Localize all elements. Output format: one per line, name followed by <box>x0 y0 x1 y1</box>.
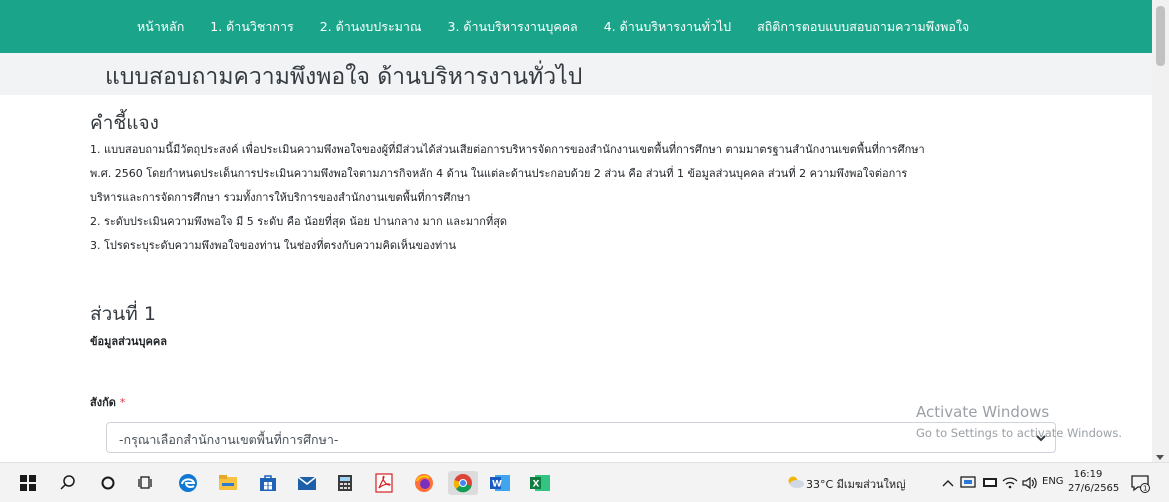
windows-taskbar: W X 33°C มีเมฆส่วนใหญ่ ENG 16:19 27/6/25… <box>0 462 1169 502</box>
activate-windows-watermark: Activate Windows Go to Settings to activ… <box>916 403 1122 440</box>
acrobat-icon[interactable] <box>372 471 396 495</box>
edge-icon[interactable] <box>176 471 200 495</box>
firefox-icon[interactable] <box>412 471 436 495</box>
affiliation-select[interactable]: -กรุณาเลือกสำนักงานเขตพื้นที่การศึกษา- <box>106 422 1056 453</box>
page-title: แบบสอบถามความพึงพอใจ ด้านบริหารงานทั่วไป <box>105 64 583 90</box>
scroll-down-arrow-icon[interactable] <box>1156 455 1164 460</box>
notification-icon[interactable]: 1 <box>1130 473 1150 493</box>
nav-academic[interactable]: 1. ด้านวิชาการ <box>210 17 293 37</box>
affiliation-select-value: -กรุณาเลือกสำนักงานเขตพื้นที่การศึกษา- <box>119 432 339 447</box>
part1-subheading: ข้อมูลส่วนบุคคล <box>90 335 167 348</box>
clock-date: 27/6/2565 <box>1068 483 1120 494</box>
nav-personnel[interactable]: 3. ด้านบริหารงานบุคคล <box>448 17 578 37</box>
clock[interactable]: 16:19 27/6/2565 <box>1068 468 1120 496</box>
file-explorer-icon[interactable] <box>216 471 240 495</box>
nav-statistics[interactable]: สถิติการตอบแบบสอบถามความพึงพอใจ <box>757 17 969 37</box>
part1-heading: ส่วนที่ 1 <box>90 303 156 325</box>
input-language[interactable]: ENG <box>1042 476 1064 487</box>
weather-cloud-sun-icon[interactable] <box>786 475 804 489</box>
scrollbar-thumb[interactable] <box>1156 6 1165 66</box>
search-icon[interactable] <box>56 471 80 495</box>
nav-general-admin[interactable]: 4. ด้านบริหารงานทั่วไป <box>604 17 731 37</box>
instruction-line: บริหารและการจัดการศึกษา รวมทั้งการให้บริ… <box>90 191 471 204</box>
affiliation-label: สังกัด * <box>90 393 125 411</box>
instructions-heading: คำชี้แจง <box>90 112 159 134</box>
instruction-line: 1. แบบสอบถามนี้มีวัตถุประสงค์ เพื่อประเม… <box>90 143 925 156</box>
vertical-scrollbar[interactable] <box>1152 0 1169 462</box>
windows-start-icon[interactable] <box>16 471 40 495</box>
weather-text[interactable]: 33°C มีเมฆส่วนใหญ่ <box>806 475 906 493</box>
chevron-up-icon[interactable] <box>942 478 954 488</box>
svg-text:W: W <box>492 480 502 490</box>
calculator-icon[interactable] <box>333 471 357 495</box>
svg-text:X: X <box>533 480 540 490</box>
affiliation-label-text: สังกัด <box>90 396 116 409</box>
task-view-icon[interactable] <box>134 471 158 495</box>
nav-home[interactable]: หน้าหลัก <box>137 17 184 37</box>
instruction-line: 2. ระดับประเมินความพึงพอใจ มี 5 ระดับ คื… <box>90 215 508 228</box>
excel-icon[interactable]: X <box>528 471 552 495</box>
cortana-icon[interactable] <box>96 471 120 495</box>
watermark-title: Activate Windows <box>916 403 1050 421</box>
instructions-body: 1. แบบสอบถามนี้มีวัตถุประสงค์ เพื่อประเม… <box>90 138 1090 258</box>
instruction-line: พ.ศ. 2560 โดยกำหนดประเด็นการประเมินความพ… <box>90 167 908 180</box>
word-icon[interactable]: W <box>488 471 512 495</box>
top-navbar: หน้าหลัก 1. ด้านวิชาการ 2. ด้านงบประมาณ … <box>0 0 1152 53</box>
volume-icon[interactable] <box>1022 476 1038 490</box>
watermark-subtitle: Go to Settings to activate Windows. <box>916 426 1122 440</box>
nav-menu: หน้าหลัก 1. ด้านวิชาการ 2. ด้านงบประมาณ … <box>137 0 995 53</box>
display-icon[interactable] <box>982 476 998 490</box>
page-title-bar: แบบสอบถามความพึงพอใจ ด้านบริหารงานทั่วไป <box>0 53 1152 95</box>
nav-budget[interactable]: 2. ด้านงบประมาณ <box>320 17 422 37</box>
network-screen-icon[interactable] <box>960 476 976 490</box>
required-mark: * <box>119 396 126 409</box>
svg-text:1: 1 <box>1143 485 1147 493</box>
chrome-icon[interactable] <box>448 471 478 495</box>
instruction-line: 3. โปรดระบุระดับความพึงพอใจของท่าน ในช่อ… <box>90 239 456 252</box>
store-icon[interactable] <box>256 471 280 495</box>
wifi-icon[interactable] <box>1002 476 1018 490</box>
clock-time: 16:19 <box>1073 469 1103 480</box>
browser-viewport: หน้าหลัก 1. ด้านวิชาการ 2. ด้านงบประมาณ … <box>0 0 1169 462</box>
mail-icon[interactable] <box>295 471 319 495</box>
